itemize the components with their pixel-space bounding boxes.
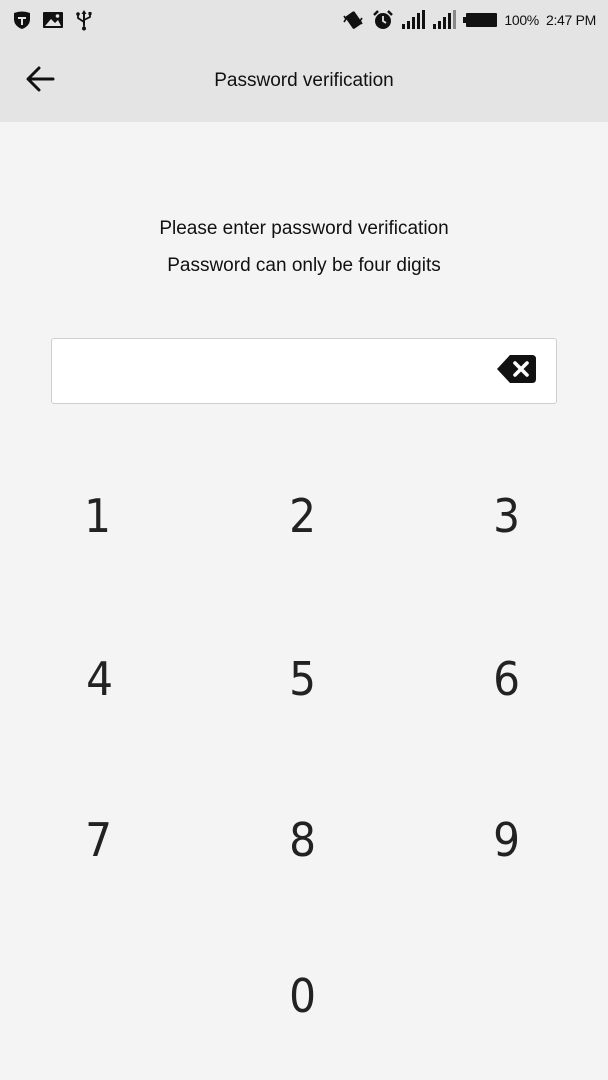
- back-button[interactable]: [16, 57, 64, 105]
- arrow-left-icon: [25, 66, 55, 96]
- app-bar: Password verification: [0, 40, 608, 122]
- shield-app-icon: [12, 10, 32, 30]
- battery-icon: [463, 12, 498, 28]
- password-input[interactable]: [51, 338, 557, 404]
- status-bar-left: [12, 9, 94, 31]
- signal-icon: [401, 10, 426, 30]
- usb-icon: [74, 9, 94, 31]
- key-6[interactable]: 6: [447, 629, 567, 729]
- key-8[interactable]: 8: [243, 790, 363, 890]
- alarm-icon: [372, 9, 394, 31]
- page-title: Password verification: [214, 70, 394, 91]
- image-notification-icon: [42, 10, 64, 30]
- key-3[interactable]: 3: [447, 466, 567, 566]
- key-0[interactable]: 0: [243, 946, 363, 1046]
- vibrate-icon: [341, 10, 365, 30]
- key-5[interactable]: 5: [243, 629, 363, 729]
- key-7[interactable]: 7: [39, 790, 159, 890]
- signal-icon-2: [432, 10, 457, 30]
- key-2[interactable]: 2: [243, 466, 363, 566]
- status-time: 2:47 PM: [545, 12, 596, 28]
- clear-button[interactable]: [496, 353, 538, 389]
- status-bar-right: 100% 2:47 PM: [341, 9, 596, 31]
- key-9[interactable]: 9: [447, 790, 567, 890]
- status-bar: 100% 2:47 PM: [0, 0, 608, 40]
- key-1[interactable]: 1: [38, 466, 158, 566]
- backspace-clear-icon: [496, 353, 538, 389]
- instruction-line-2: Password can only be four digits: [167, 255, 441, 276]
- key-4[interactable]: 4: [40, 629, 160, 729]
- instructions: Please enter password verification Passw…: [0, 210, 608, 284]
- battery-percent: 100%: [504, 12, 539, 28]
- password-verification-screen: 100% 2:47 PM Password verification Pleas…: [0, 0, 608, 1080]
- numeric-keypad: 1 2 3 4 5 6 7 8 9 0: [0, 0, 608, 1080]
- instruction-line-1: Please enter password verification: [159, 218, 449, 239]
